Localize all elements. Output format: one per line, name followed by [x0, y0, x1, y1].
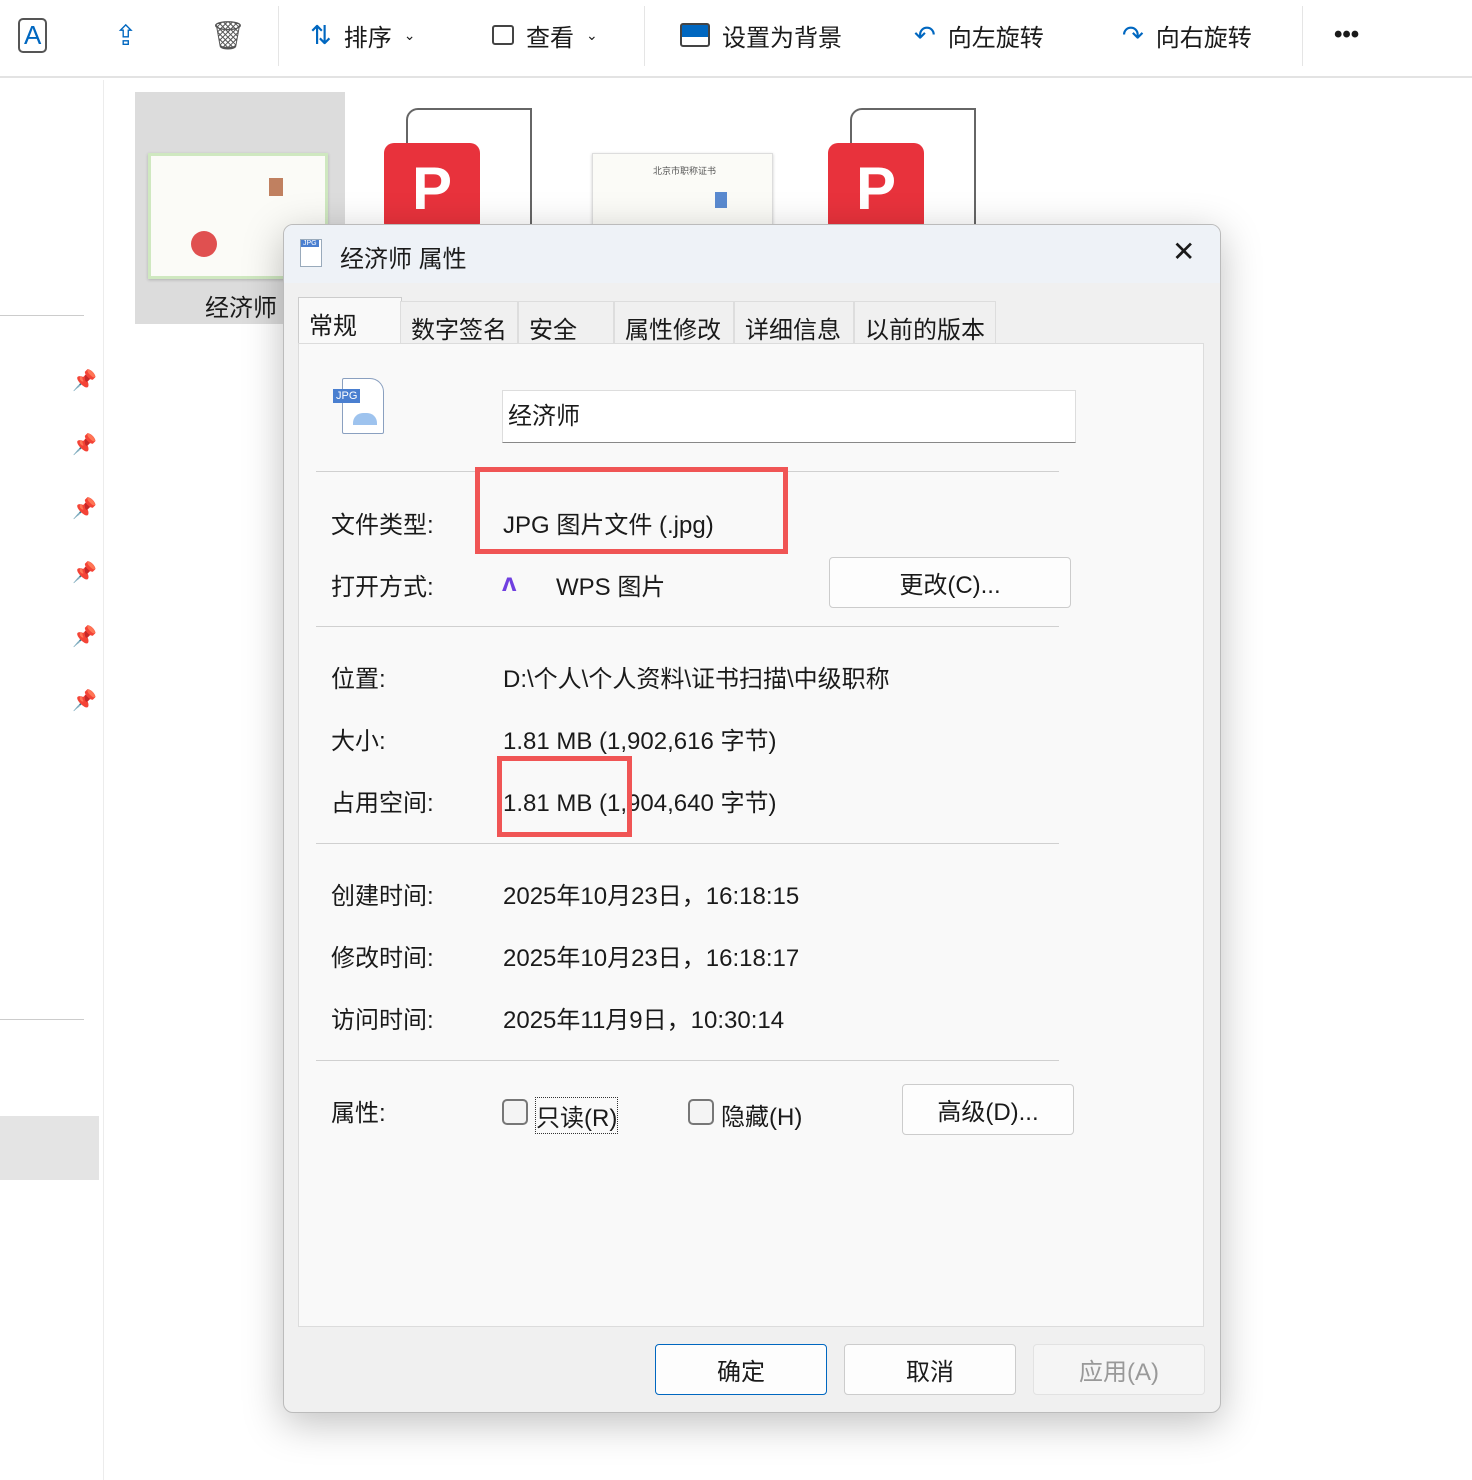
wps-image-icon: ʌ — [502, 567, 517, 597]
rotate-right-icon: ↷ — [1122, 19, 1144, 50]
size-label: 大小: — [331, 728, 386, 755]
sort-label: 排序 — [343, 24, 392, 52]
filename-input[interactable]: 经济师 — [502, 390, 1076, 443]
cancel-button[interactable]: 取消 — [844, 1344, 1016, 1395]
created-label: 创建时间: — [331, 883, 434, 910]
set-background-button[interactable]: 设置为背景 — [680, 14, 842, 56]
size-value: 1.81 MB (1,902,616 字节) — [503, 728, 777, 755]
highlight-box-file-type — [475, 467, 788, 554]
view-icon — [492, 25, 514, 45]
wps-pdf-icon: P — [384, 143, 480, 233]
share-button[interactable]: ⇪ — [114, 14, 137, 56]
background-icon — [680, 23, 710, 47]
rotate-right-label: 向右旋转 — [1155, 24, 1252, 52]
advanced-button[interactable]: 高级(D)... — [902, 1084, 1074, 1135]
nav-item-selected[interactable] — [0, 1116, 99, 1180]
dialog-titlebar[interactable]: JPG 经济师 属性 ✕ — [284, 225, 1220, 283]
file-name: 经济师 — [205, 295, 277, 322]
certificate-thumbnail[interactable]: 北京市职称证书 — [592, 153, 773, 233]
tab-details[interactable]: 详细信息 — [734, 301, 854, 344]
accessed-label: 访问时间: — [331, 1007, 434, 1034]
photo — [269, 178, 283, 196]
pin-icon[interactable]: 📌 — [72, 560, 97, 585]
rename-icon: A — [18, 17, 48, 53]
attributes-label: 属性: — [331, 1100, 386, 1127]
chevron-down-icon: ⌄ — [403, 26, 416, 43]
rename-button[interactable]: A — [18, 14, 48, 56]
tab-security[interactable]: 安全 — [518, 301, 614, 344]
jpg-file-icon: JPG — [300, 239, 322, 267]
pin-icon[interactable]: 📌 — [72, 688, 97, 713]
navigation-pane: 📌 📌 📌 📌 📌 📌 — [0, 80, 104, 1480]
close-button[interactable]: ✕ — [1172, 235, 1195, 268]
rotate-left-label: 向左旋转 — [947, 24, 1044, 52]
pin-icon[interactable]: 📌 — [72, 368, 97, 393]
accessed-value: 2025年11月9日，10:30:14 — [503, 1007, 785, 1034]
command-bar: A ⇪ 🗑 ⇅ 排序 ⌄ 查看 ⌄ 设置为背景 ↶ 向左旋转 ↷ 向右旋转 ••• — [0, 0, 1472, 78]
pin-icon[interactable]: 📌 — [72, 624, 97, 649]
properties-dialog: JPG 经济师 属性 ✕ 常规 数字签名 安全 属性修改 详细信息 以前的版本 … — [283, 224, 1221, 1413]
location-label: 位置: — [331, 666, 386, 693]
location-value: D:\个人\个人资料\证书扫描\中级职称 — [503, 666, 890, 693]
chevron-down-icon: ⌄ — [586, 26, 598, 43]
file-item-pdf[interactable]: P — [384, 108, 534, 238]
certificate-title: 北京市职称证书 — [653, 166, 717, 176]
pin-icon[interactable]: 📌 — [72, 496, 97, 521]
modified-label: 修改时间: — [331, 945, 434, 972]
wps-pdf-icon: P — [828, 143, 924, 233]
open-with-value: WPS 图片 — [556, 574, 666, 601]
view-label: 查看 — [526, 24, 574, 52]
hidden-checkbox[interactable] — [688, 1099, 714, 1125]
photo — [715, 192, 727, 208]
pin-icon[interactable]: 📌 — [72, 432, 97, 457]
disk-size-label: 占用空间: — [331, 790, 434, 817]
tab-general[interactable]: 常规 — [298, 297, 402, 345]
tab-previous-versions[interactable]: 以前的版本 — [854, 301, 996, 344]
file-type-label: 文件类型: — [331, 512, 434, 539]
dialog-title: 经济师 属性 — [340, 246, 467, 273]
image-glyph — [353, 413, 377, 425]
rotate-left-icon: ↶ — [914, 19, 936, 50]
sort-button[interactable]: ⇅ 排序 ⌄ — [310, 14, 416, 56]
change-button[interactable]: 更改(C)... — [829, 557, 1071, 608]
apply-button[interactable]: 应用(A) — [1033, 1344, 1205, 1395]
trash-icon: 🗑 — [210, 19, 246, 51]
created-value: 2025年10月23日，16:18:15 — [503, 883, 800, 910]
divider — [0, 1019, 84, 1020]
seal-icon — [191, 231, 217, 257]
modified-value: 2025年10月23日，16:18:17 — [503, 945, 800, 972]
highlight-box-disk-size — [497, 756, 632, 837]
hidden-label[interactable]: 隐藏(H) — [721, 1097, 802, 1132]
tab-digital-signature[interactable]: 数字签名 — [400, 301, 518, 344]
sort-icon: ⇅ — [310, 19, 332, 50]
readonly-label[interactable]: 只读(R) — [535, 1097, 619, 1134]
jpg-badge: JPG — [333, 389, 361, 403]
ok-button[interactable]: 确定 — [655, 1344, 827, 1395]
open-with-label: 打开方式: — [331, 574, 434, 601]
divider — [0, 315, 84, 316]
view-button[interactable]: 查看 ⌄ — [492, 14, 598, 56]
file-item-pdf[interactable]: P — [828, 108, 978, 238]
delete-button[interactable]: 🗑 — [210, 14, 246, 56]
jpg-file-icon: JPG — [333, 378, 384, 434]
readonly-checkbox[interactable] — [502, 1099, 528, 1125]
more-button[interactable]: ••• — [1334, 14, 1359, 56]
set-background-label: 设置为背景 — [722, 24, 842, 52]
share-icon: ⇪ — [114, 19, 138, 51]
tab-attribute-edit[interactable]: 属性修改 — [614, 301, 734, 344]
rotate-left-button[interactable]: ↶ 向左旋转 — [914, 14, 1044, 56]
rotate-right-button[interactable]: ↷ 向右旋转 — [1122, 14, 1252, 56]
